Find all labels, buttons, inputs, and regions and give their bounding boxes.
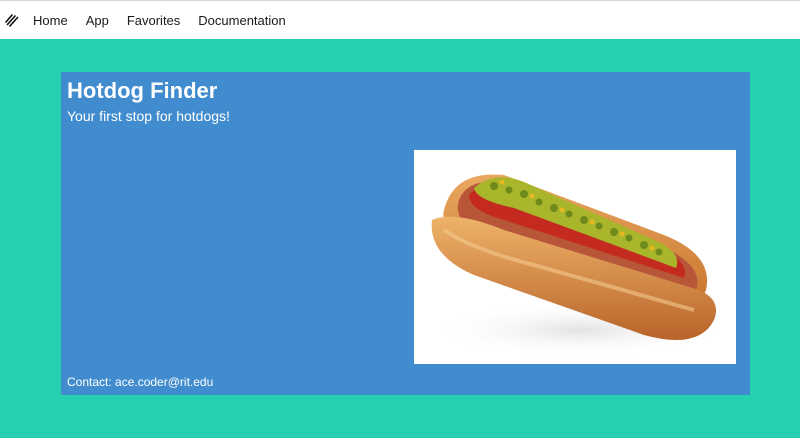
page-title: Hotdog Finder [67,78,218,103]
nav-link-home[interactable]: Home [33,1,68,40]
nav-link-app[interactable]: App [86,1,109,40]
nav-link-documentation[interactable]: Documentation [198,1,285,40]
hotdog-photo [414,150,736,364]
nav-link-favorites[interactable]: Favorites [127,1,180,40]
hero-card: Hotdog Finder Your first stop for hotdog… [61,72,750,395]
page-subtitle: Your first stop for hotdogs! [67,108,230,124]
contact-info: Contact: ace.coder@rit.edu [67,375,214,389]
striped-logo-icon[interactable] [5,13,19,27]
top-navbar: Home App Favorites Documentation [0,0,800,39]
